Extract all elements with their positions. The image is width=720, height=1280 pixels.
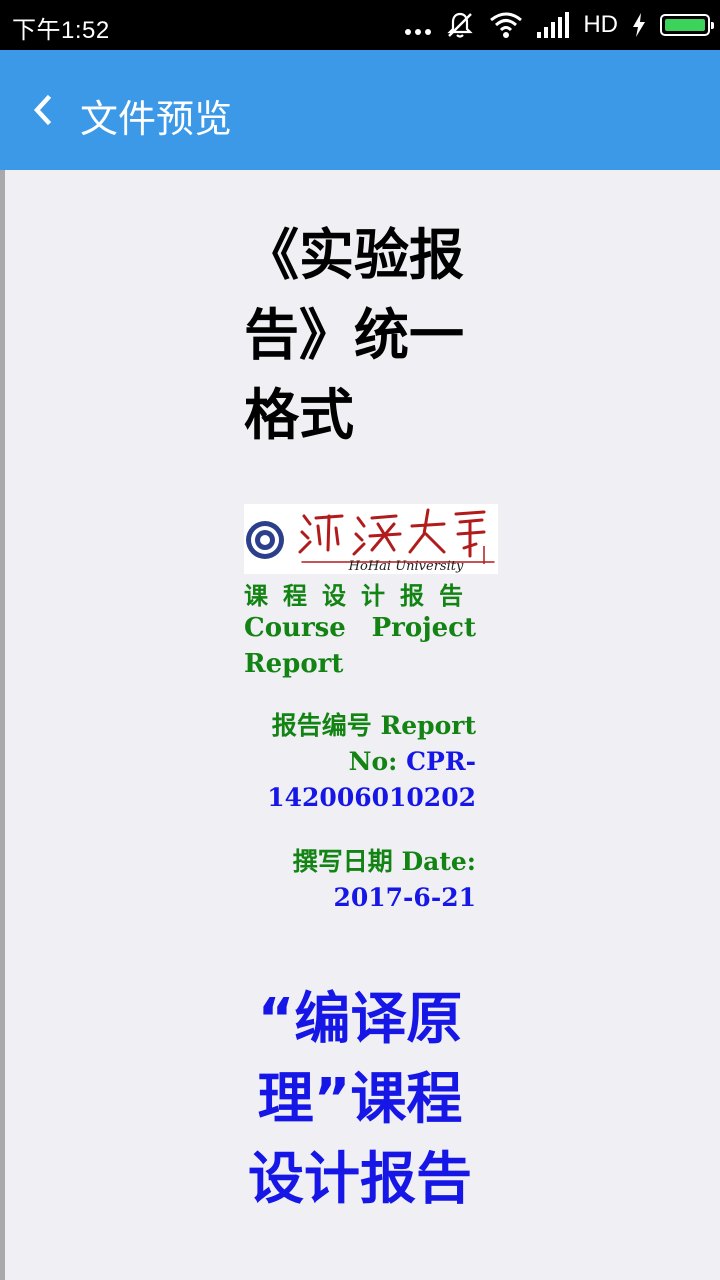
document-title-line: 告》统一 [244, 303, 465, 367]
writing-date-label: 撰写日期 Date: [292, 847, 476, 876]
report-number-label: 报告编号 Report [271, 711, 476, 740]
network-type-label: HD [583, 11, 618, 38]
course-name-line: 设计报告 [248, 1147, 472, 1212]
wifi-icon [490, 12, 523, 38]
signal-icon [537, 12, 570, 38]
writing-date: 撰写日期 Date: 2017-6-21 [244, 844, 476, 916]
writing-date-value: 2017-6-21 [333, 883, 476, 912]
page-title: 文件预览 [80, 97, 233, 141]
title-bar: 文件预览 [0, 50, 720, 170]
course-en-word: Course [244, 613, 346, 643]
report-number-label-en: No: [348, 747, 398, 776]
course-name-heading: “编译原 理”课程 设计报告 [240, 980, 480, 1220]
document-title-line: 《实验报 [244, 223, 465, 287]
course-name-line: “编译原 [257, 987, 463, 1052]
back-button[interactable] [22, 86, 72, 136]
more-dots-icon [405, 15, 432, 35]
university-logo: HoHai University [244, 504, 498, 574]
status-bar: 下午1:52 HD [0, 0, 720, 50]
status-time: 下午1:52 [12, 17, 110, 44]
logo-caption: HoHai University [348, 559, 464, 574]
battery-icon [660, 14, 714, 36]
course-design-cn: 课程设计报告 [244, 581, 478, 610]
course-en-word: Report [244, 649, 344, 679]
course-en-word: Project [371, 613, 476, 643]
scroll-edge [0, 170, 5, 1280]
chevron-left-icon [33, 94, 52, 126]
status-icons: HD [405, 8, 714, 42]
report-number: 报告编号 Report No: CPR- 142006010202 [244, 708, 476, 816]
mute-icon [447, 12, 473, 38]
course-name-line: 理”课程 [257, 1067, 463, 1132]
document-preview[interactable]: 《实验报 告》统一 格式 HoHai University 课程设计报告 Cou… [0, 170, 720, 1280]
document-title-line: 格式 [244, 383, 355, 447]
charging-icon [633, 13, 645, 37]
document-title: 《实验报 告》统一 格式 [244, 215, 484, 455]
report-number-value: CPR- [406, 747, 476, 776]
report-number-value: 142006010202 [267, 783, 476, 812]
course-design-en: Course Project Report [244, 610, 476, 682]
